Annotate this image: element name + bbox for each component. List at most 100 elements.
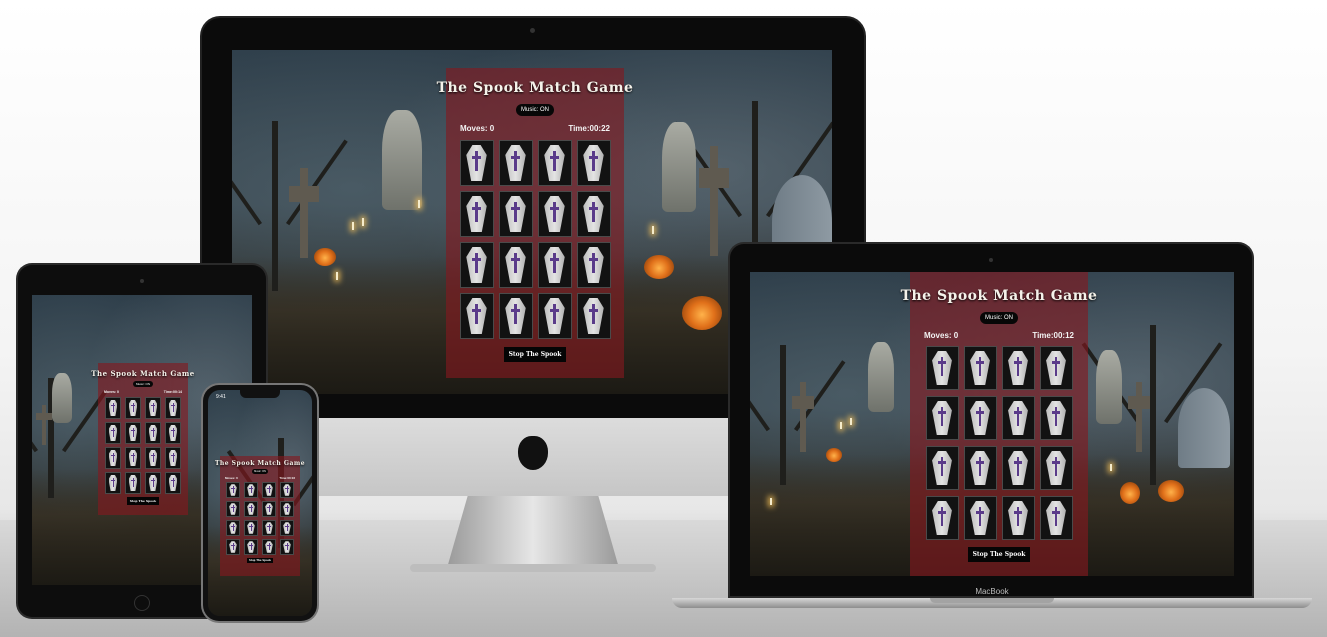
memory-card[interactable] [925,496,959,540]
memory-card[interactable] [925,346,959,390]
memory-card[interactable] [244,520,258,536]
coffin-icon [108,449,118,467]
memory-card[interactable] [125,472,141,494]
memory-card[interactable] [498,191,533,237]
stop-the-spook-button[interactable]: Stop The Spook [126,497,160,505]
coffin-icon [265,503,273,515]
memory-card[interactable] [1039,446,1073,490]
memory-card[interactable] [576,191,611,237]
memory-card[interactable] [459,242,494,288]
game-panel: The Spook Match Game Music: ON Moves: 0 … [901,272,1097,576]
candle [336,272,338,280]
grave-cross [1127,382,1151,452]
game-panel: The Spook Match Game Music: ON Moves: 0 … [215,456,305,576]
apple-logo-icon [518,436,548,470]
memory-card[interactable] [576,140,611,186]
music-toggle-button[interactable]: Music: ON [979,312,1018,324]
ipad-home-button [134,595,150,611]
coffin-icon [108,474,118,492]
jack-o-lantern [826,448,842,462]
memory-card[interactable] [1001,446,1035,490]
memory-card[interactable] [105,447,121,469]
memory-card[interactable] [459,140,494,186]
memory-card[interactable] [1039,346,1073,390]
memory-card[interactable] [145,472,161,494]
memory-card[interactable] [226,482,240,498]
jack-o-lantern [1158,480,1184,502]
memory-card[interactable] [145,447,161,469]
memory-card[interactable] [537,191,572,237]
memory-card[interactable] [498,293,533,339]
timer: Time:00:22 [568,124,610,133]
music-toggle-button[interactable]: Music: ON [132,381,153,387]
memory-card[interactable] [1001,346,1035,390]
coffin-icon [505,297,526,335]
memory-card[interactable] [105,472,121,494]
coffin-icon [265,484,273,496]
memory-card[interactable] [262,482,276,498]
coffin-icon [108,399,118,417]
memory-card[interactable] [537,242,572,288]
memory-card[interactable] [1001,496,1035,540]
memory-card[interactable] [244,482,258,498]
music-toggle-button[interactable]: Music: ON [515,104,554,116]
coffin-icon [466,144,487,182]
memory-card[interactable] [1001,396,1035,440]
memory-card[interactable] [925,396,959,440]
memory-card[interactable] [244,501,258,517]
memory-card[interactable] [145,397,161,419]
memory-card[interactable] [262,501,276,517]
memory-card[interactable] [280,501,294,517]
coffin-icon [247,522,255,534]
coffin-icon [283,522,291,534]
memory-card[interactable] [459,293,494,339]
memory-card[interactable] [280,482,294,498]
memory-card[interactable] [105,397,121,419]
music-toggle-button[interactable]: Music: ON [252,469,268,474]
coffin-icon [505,144,526,182]
memory-card[interactable] [1039,396,1073,440]
memory-card[interactable] [125,447,141,469]
memory-card[interactable] [963,396,997,440]
memory-card[interactable] [576,242,611,288]
stop-the-spook-button[interactable]: Stop The Spook [967,547,1031,562]
dead-tree [272,120,278,291]
memory-card[interactable] [125,397,141,419]
memory-card[interactable] [165,447,181,469]
memory-card[interactable] [125,422,141,444]
memory-card[interactable] [963,446,997,490]
coffin-icon [1008,400,1028,436]
coffin-icon [128,424,138,442]
memory-card[interactable] [226,520,240,536]
memory-card[interactable] [498,242,533,288]
stop-the-spook-button[interactable]: Stop The Spook [246,558,273,563]
memory-card[interactable] [1039,496,1073,540]
memory-card[interactable] [459,191,494,237]
memory-card[interactable] [925,446,959,490]
memory-card[interactable] [498,140,533,186]
memory-card[interactable] [145,422,161,444]
jack-o-lantern [644,255,674,279]
memory-card[interactable] [165,397,181,419]
coffin-icon [247,541,255,553]
memory-card[interactable] [537,293,572,339]
coffin-icon [168,449,178,467]
memory-card[interactable] [165,422,181,444]
memory-card[interactable] [262,520,276,536]
stop-the-spook-button[interactable]: Stop The Spook [503,347,567,362]
memory-card[interactable] [262,539,276,555]
memory-card[interactable] [576,293,611,339]
memory-card[interactable] [963,496,997,540]
memory-card[interactable] [963,346,997,390]
coffin-icon [970,450,990,486]
coffin-icon [583,246,604,284]
memory-card[interactable] [244,539,258,555]
memory-card[interactable] [226,539,240,555]
memory-card[interactable] [280,520,294,536]
memory-card[interactable] [226,501,240,517]
memory-card[interactable] [105,422,121,444]
memory-card[interactable] [280,539,294,555]
memory-card[interactable] [537,140,572,186]
memory-card[interactable] [165,472,181,494]
coffin-icon [1046,450,1066,486]
